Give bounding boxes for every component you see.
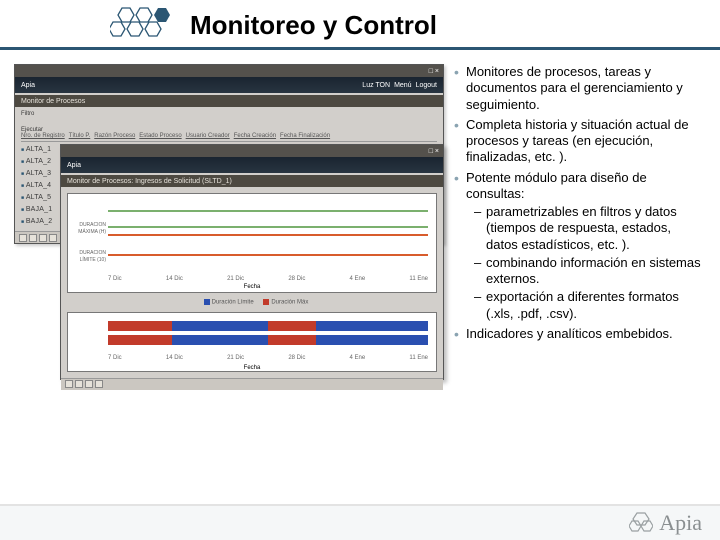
sub-bullet: combinando información en sistemas exter… [466,255,706,288]
bullet: Monitores de procesos, tareas y document… [454,64,706,113]
sub-bullet: exportación a diferentes formatos (.xls,… [466,289,706,322]
chart-bottom: 7 Dic 14 Dic 21 Dic 28 Dic 4 Ene 11 Ene … [67,312,437,372]
footer-brand: Apia [629,510,702,536]
bullet-content: Monitores de procesos, tareas y document… [444,64,706,346]
screenshot-collage: □ × Apia Luz TON Menú Logout Monitor de … [14,64,444,384]
grid-header: Nro. de Registro Título P. Razón Proceso… [21,133,437,142]
sub-bullet: parametrizables en filtros y datos (tiem… [466,204,706,253]
section-title: Monitor de Procesos [15,95,443,107]
bullet: Indicadores y analíticos embebidos. [454,326,706,342]
hex-logo [110,6,180,49]
slide-title: Monitoreo y Control [190,10,437,41]
user-label: Luz TON [362,82,390,89]
chart-top: DURACION MÁXIMA (H) DURACION LÍMITE (10)… [67,193,437,293]
app-name: Apia [67,162,81,169]
menu-link[interactable]: Menú [394,82,412,89]
logout-link[interactable]: Logout [416,82,437,89]
chart-title: Monitor de Procesos: Ingresos de Solicit… [61,175,443,187]
footer-logo-icon [629,511,653,535]
app-name: Apia [21,82,35,89]
chart-legend: Duración Límite Duración Máx [61,299,443,306]
bullet: Potente módulo para diseño de consultas:… [454,170,706,322]
chart-window: □ × Apia Monitor de Procesos: Ingresos d… [60,144,444,380]
bullet: Completa historia y situación actual de … [454,117,706,166]
